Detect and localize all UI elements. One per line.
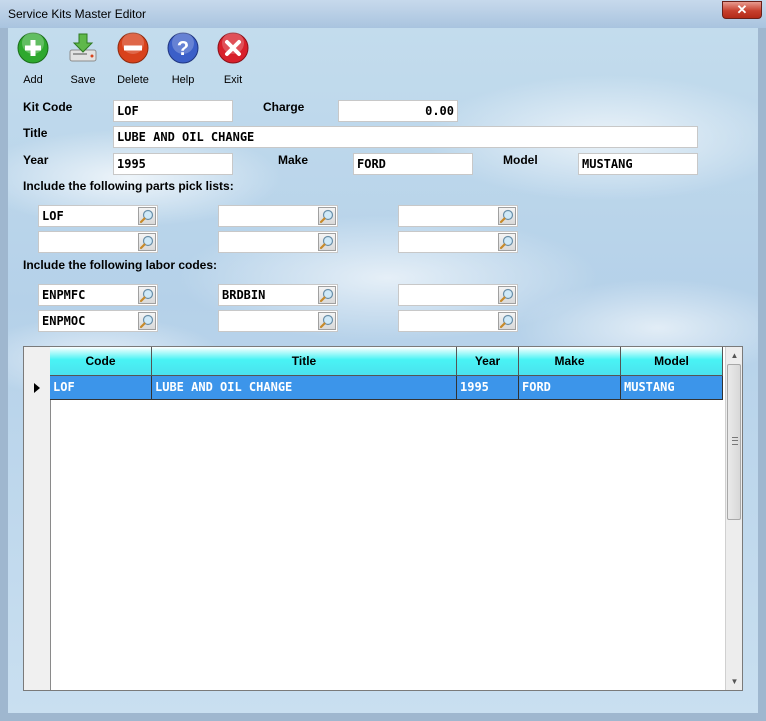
- year-label: Year: [23, 153, 49, 167]
- table-row-cell-year[interactable]: 1995: [457, 376, 519, 400]
- magnifier-icon[interactable]: [498, 233, 516, 251]
- parts-lookup-5[interactable]: [218, 231, 338, 253]
- title-field[interactable]: LUBE AND OIL CHANGE: [113, 126, 698, 148]
- client-area: Add Save Delete ? Help Exit Kit Code LOF…: [8, 28, 758, 713]
- magnifier-icon[interactable]: [318, 233, 336, 251]
- parts-section-label: Include the following parts pick lists:: [23, 179, 234, 193]
- make-label: Make: [278, 153, 309, 167]
- window-title: Service Kits Master Editor: [8, 7, 147, 21]
- grid-vertical-scrollbar[interactable]: ▲ ▼: [725, 347, 742, 690]
- model-field[interactable]: MUSTANG: [578, 153, 698, 175]
- parts-lookup-6[interactable]: [398, 231, 518, 253]
- magnifier-icon[interactable]: [318, 312, 336, 330]
- kit-code-field[interactable]: LOF: [113, 100, 233, 122]
- parts-lookup-2[interactable]: [218, 205, 338, 227]
- model-label: Model: [503, 153, 538, 167]
- parts-lookup-1[interactable]: LOF: [38, 205, 158, 227]
- labor-lookup-2-value: BRDBIN: [222, 288, 266, 302]
- help-button[interactable]: ? Help: [158, 32, 208, 88]
- current-row-indicator-icon: [34, 383, 40, 393]
- column-header-model[interactable]: Model: [621, 347, 723, 376]
- svg-text:?: ?: [177, 38, 189, 60]
- magnifier-icon[interactable]: [498, 286, 516, 304]
- add-button-label: Add: [23, 74, 43, 86]
- window-close-button[interactable]: ✕: [722, 1, 762, 19]
- labor-lookup-1-value: ENPMFC: [42, 288, 86, 302]
- add-button[interactable]: Add: [8, 32, 58, 88]
- title-label: Title: [23, 126, 48, 140]
- scroll-thumb[interactable]: [727, 364, 741, 520]
- save-button-label: Save: [70, 74, 96, 86]
- table-row-cell-model[interactable]: MUSTANG: [621, 376, 723, 400]
- kits-grid[interactable]: Code Title Year Make Model LOF LUBE AND …: [23, 346, 743, 691]
- parts-lookup-4[interactable]: [38, 231, 158, 253]
- column-header-title[interactable]: Title: [152, 347, 457, 376]
- kit-code-label: Kit Code: [23, 100, 73, 114]
- exit-icon: [217, 32, 249, 64]
- labor-section-label: Include the following labor codes:: [23, 258, 218, 272]
- magnifier-icon[interactable]: [138, 312, 156, 330]
- magnifier-icon[interactable]: [498, 207, 516, 225]
- exit-button-label: Exit: [223, 74, 243, 86]
- add-icon: [17, 32, 49, 64]
- magnifier-icon[interactable]: [318, 286, 336, 304]
- table-row-cell-title[interactable]: LUBE AND OIL CHANGE: [152, 376, 457, 400]
- labor-lookup-4[interactable]: ENPMOC: [38, 310, 158, 332]
- exit-button[interactable]: Exit: [208, 32, 258, 88]
- parts-lookup-1-value: LOF: [42, 209, 64, 223]
- help-icon: ?: [167, 32, 199, 64]
- scroll-grip-icon: [732, 437, 738, 445]
- scroll-up-arrow-icon[interactable]: ▲: [726, 347, 742, 364]
- labor-lookup-5[interactable]: [218, 310, 338, 332]
- table-row-cell-make[interactable]: FORD: [519, 376, 621, 400]
- column-header-code[interactable]: Code: [50, 347, 152, 376]
- help-button-label: Help: [171, 74, 195, 86]
- delete-icon: [117, 32, 149, 64]
- delete-button[interactable]: Delete: [108, 32, 158, 88]
- charge-label: Charge: [263, 100, 305, 114]
- row-header-column: [24, 347, 51, 690]
- save-button[interactable]: Save: [58, 32, 108, 88]
- labor-lookup-1[interactable]: ENPMFC: [38, 284, 158, 306]
- charge-field[interactable]: 0.00: [338, 100, 458, 122]
- column-header-make[interactable]: Make: [519, 347, 621, 376]
- delete-button-label: Delete: [117, 74, 149, 86]
- magnifier-icon[interactable]: [138, 207, 156, 225]
- magnifier-icon[interactable]: [498, 312, 516, 330]
- title-bar: Service Kits Master Editor ✕: [0, 0, 766, 28]
- magnifier-icon[interactable]: [138, 233, 156, 251]
- column-header-year[interactable]: Year: [457, 347, 519, 376]
- year-field[interactable]: 1995: [113, 153, 233, 175]
- main-window: Service Kits Master Editor ✕ Add Save De…: [0, 0, 766, 721]
- magnifier-icon[interactable]: [318, 207, 336, 225]
- parts-lookup-3[interactable]: [398, 205, 518, 227]
- labor-lookup-2[interactable]: BRDBIN: [218, 284, 338, 306]
- table-row-cell-code[interactable]: LOF: [50, 376, 152, 400]
- make-field[interactable]: FORD: [353, 153, 473, 175]
- labor-lookup-3[interactable]: [398, 284, 518, 306]
- scroll-down-arrow-icon[interactable]: ▼: [726, 673, 742, 690]
- labor-lookup-4-value: ENPMOC: [42, 314, 86, 328]
- magnifier-icon[interactable]: [138, 286, 156, 304]
- labor-lookup-6[interactable]: [398, 310, 518, 332]
- save-icon: [69, 33, 97, 62]
